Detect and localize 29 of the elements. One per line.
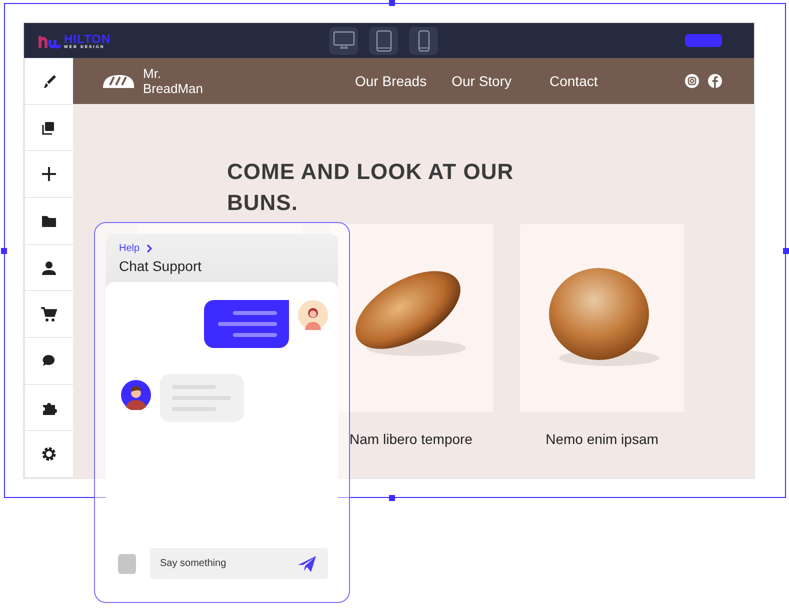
plus-icon [40, 165, 58, 184]
brand-name: Mr. BreadMan [143, 66, 204, 96]
instagram-icon[interactable] [685, 74, 699, 88]
settings-icon [40, 445, 58, 464]
chat-title: Chat Support [119, 258, 202, 274]
chevron-right-icon [146, 244, 153, 253]
product-name: Nemo enim ipsam [546, 431, 658, 447]
cart-icon [40, 305, 58, 324]
message-input[interactable]: Say something [150, 548, 328, 579]
facebook-icon[interactable] [708, 74, 722, 88]
nav-link[interactable]: Our Breads [355, 73, 427, 89]
resize-handle[interactable] [783, 248, 789, 254]
avatar-icon [298, 300, 328, 330]
product-name: Nam libero tempore [350, 431, 472, 447]
device-button[interactable] [329, 27, 358, 55]
person-icon [40, 258, 58, 277]
resize-handle[interactable] [389, 495, 395, 501]
section-heading: COME AND LOOK AT OUR BUNS. [227, 158, 515, 217]
send-icon[interactable] [298, 556, 316, 572]
avatar-icon [121, 380, 151, 410]
device-button[interactable] [409, 27, 438, 55]
device-button[interactable] [369, 27, 398, 55]
breadcrumb-link[interactable]: Help [119, 243, 140, 254]
bread-icon [101, 73, 135, 89]
resize-handle[interactable] [1, 248, 7, 254]
nav-link[interactable]: Contact [550, 73, 598, 89]
nav-link[interactable]: Our Story [452, 73, 512, 89]
resize-handle[interactable] [389, 0, 395, 6]
logo-text: HILTON [64, 32, 111, 44]
